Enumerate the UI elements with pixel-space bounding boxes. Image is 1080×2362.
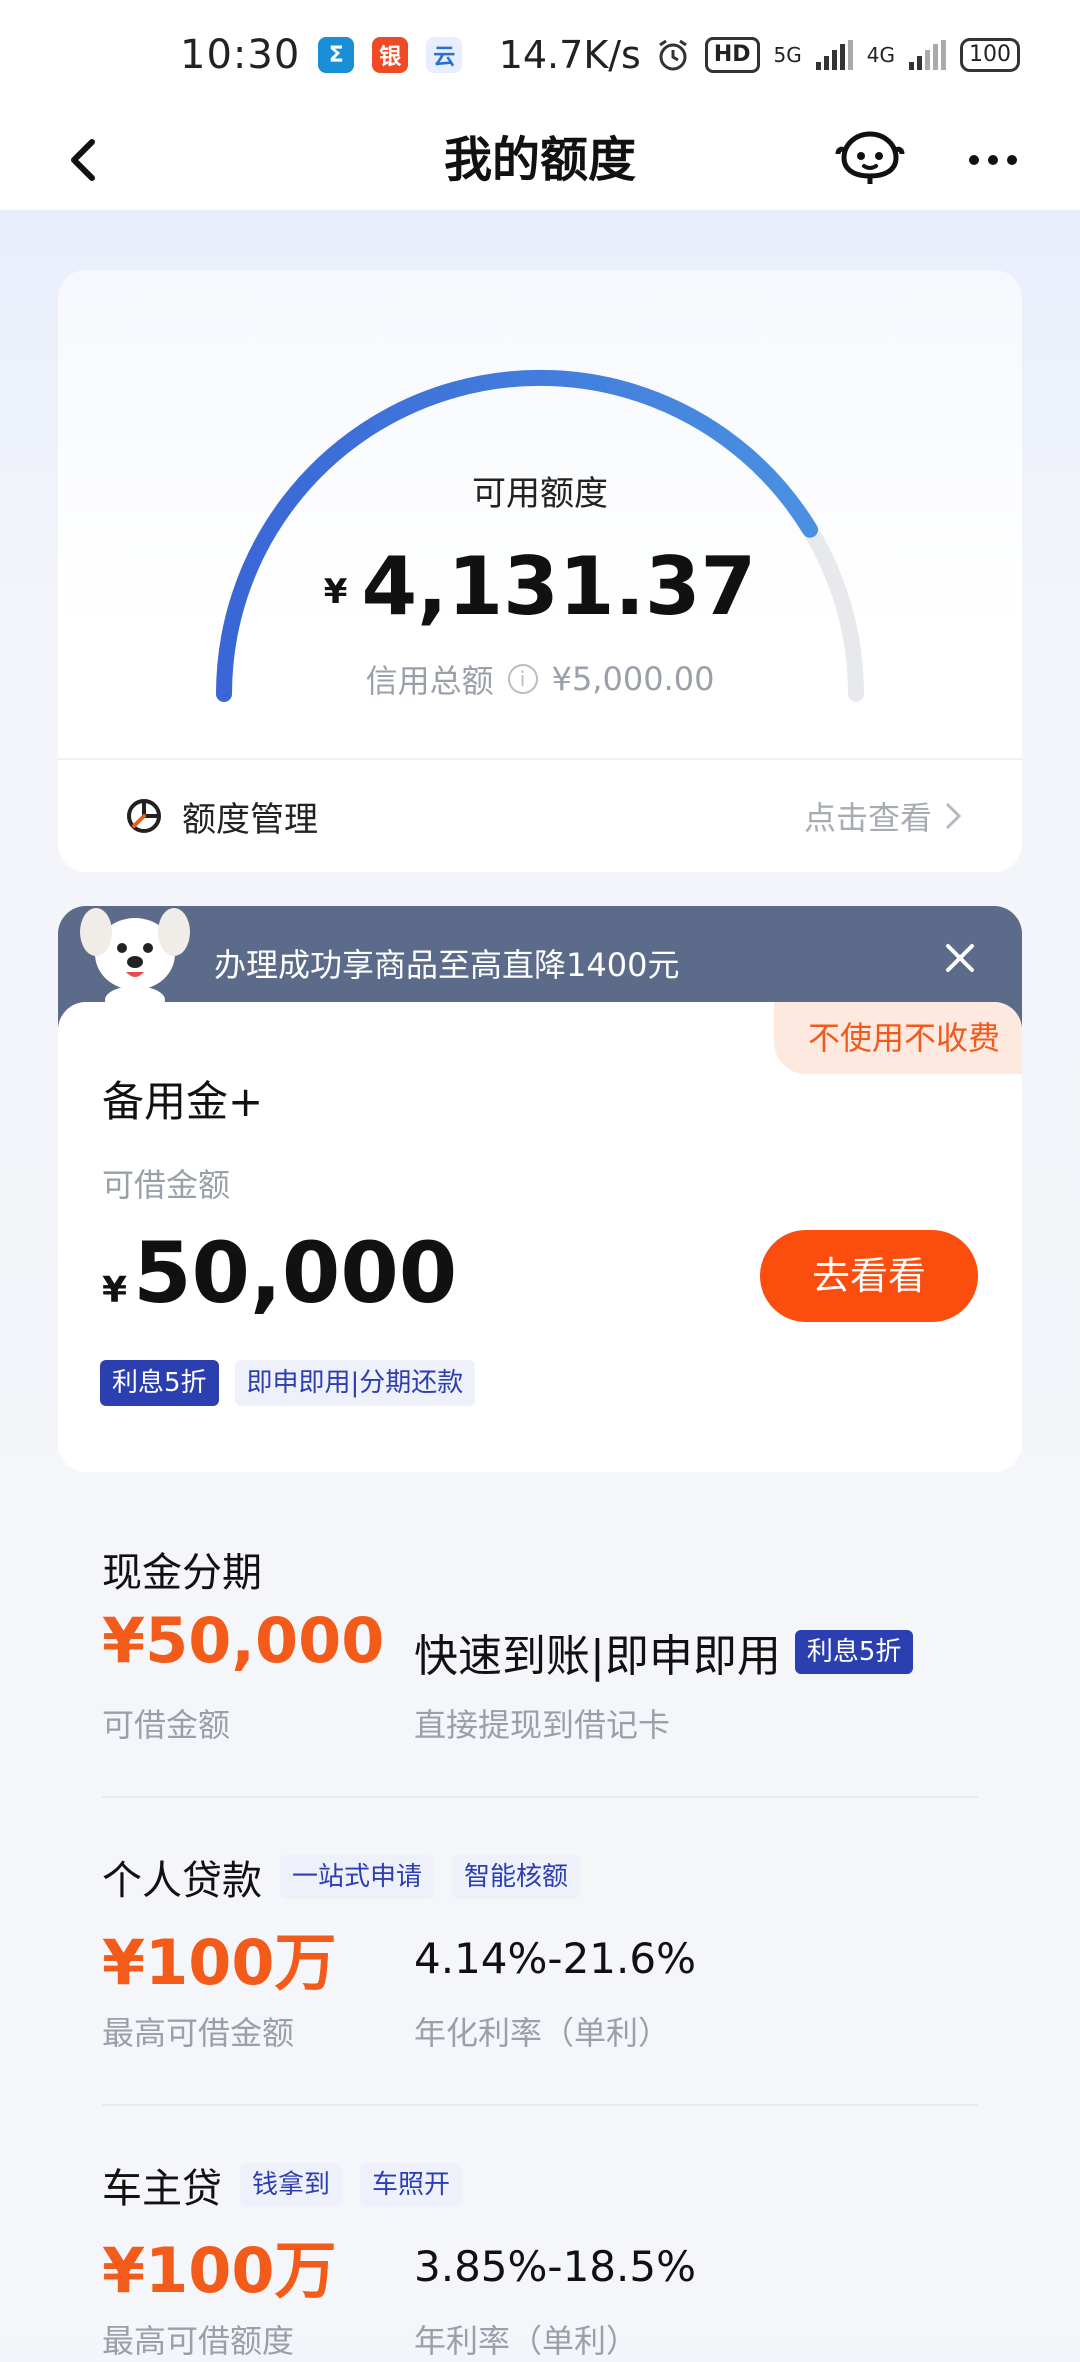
- product-name-text: 现金分期: [102, 1550, 262, 1596]
- view-details-link[interactable]: 点击查看: [804, 793, 962, 839]
- close-icon[interactable]: [942, 940, 978, 976]
- product-personal-loan[interactable]: 个人贷款 一站式申请 智能核额 ¥100万 最高可借金额 4.14%-21.6%…: [58, 1848, 1022, 2106]
- product-headline: 快速到账|即申即用 利息5折: [414, 1620, 914, 1684]
- app-notification-icon: Σ: [318, 37, 355, 73]
- product-title: 备用金+: [102, 1077, 264, 1126]
- robot-service-icon: [835, 131, 905, 184]
- total-credit: 信用总额 i ¥5,000.00: [58, 656, 1022, 702]
- status-time: 10:30: [180, 32, 301, 78]
- signal-4g-label: 4G: [866, 43, 895, 67]
- hd-icon: HD: [704, 37, 760, 73]
- product-name-text: 个人贷款: [102, 1858, 262, 1904]
- total-label: 信用总额: [365, 662, 494, 700]
- product-tag: 车照开: [360, 2163, 463, 2207]
- divider: [102, 1796, 978, 1798]
- product-amount: ¥100万: [102, 2234, 337, 2307]
- credit-limit-card: 可用额度 ¥4,131.37 信用总额 i ¥5,000.00 额度管理 点击查…: [58, 270, 1022, 872]
- product-amount-label: 最高可借金额: [102, 2014, 295, 2052]
- info-icon[interactable]: i: [507, 664, 538, 694]
- product-rate: 3.85%-18.5%: [414, 2242, 697, 2291]
- more-button[interactable]: [958, 130, 1028, 190]
- product-amount: ¥100万: [102, 1926, 337, 1999]
- product-name: 个人贷款 一站式申请 智能核额: [102, 1848, 581, 1906]
- status-bar: 10:30 Σ 银 云 14.7K/s HD 5G 4G 100: [0, 0, 1080, 110]
- product-desc: 直接提现到借记卡: [414, 1706, 671, 1744]
- product-amount-label: 可借金额: [102, 1706, 231, 1744]
- net-speed: 14.7K/s: [498, 33, 641, 77]
- product-name-text: 车主贷: [102, 2166, 222, 2212]
- currency-symbol: ¥: [323, 572, 348, 613]
- product-tag: 钱拿到: [240, 2163, 343, 2207]
- gauge-fill: [216, 369, 818, 702]
- product-desc: 年利率（单利）: [414, 2322, 639, 2360]
- available-label: 可用额度: [472, 474, 608, 514]
- signal-5g-icon: [815, 40, 853, 70]
- product-headline-text: 快速到账|即申即用: [414, 1631, 781, 1682]
- chevron-left-icon: [71, 139, 95, 181]
- borrowable-value: 50,000: [133, 1224, 458, 1322]
- product-cash-installment[interactable]: 现金分期 ¥50,000 可借金额 快速到账|即申即用 利息5折 直接提现到借记…: [58, 1540, 1022, 1798]
- more-dot-icon: [1007, 155, 1017, 165]
- nav-bar: 我的额度: [0, 110, 1080, 210]
- quota-management-label: 额度管理: [182, 799, 318, 840]
- promo-tags: 利息5折 即申即用|分期还款: [100, 1360, 476, 1406]
- product-tag: 智能核额: [452, 1855, 581, 1899]
- promo-banner-text: 办理成功享商品至高直降1400元: [214, 946, 680, 984]
- pie-chart-icon: [127, 799, 161, 833]
- view-details-text: 点击查看: [803, 799, 932, 837]
- interest-discount-tag: 利息5折: [794, 1630, 914, 1674]
- dog-mascot-icon: [80, 908, 190, 1012]
- product-name: 现金分期: [102, 1540, 262, 1598]
- more-dot-icon: [988, 155, 998, 165]
- free-badge: 不使用不收费: [773, 1002, 1022, 1074]
- product-amount: ¥50,000: [102, 1604, 385, 1677]
- alarm-icon: [659, 39, 687, 71]
- chevron-right-icon: [945, 802, 962, 830]
- divider: [102, 2104, 978, 2106]
- gauge-track: [216, 370, 864, 702]
- customer-service-button[interactable]: [830, 124, 910, 196]
- borrowable-label: 可借金额: [102, 1166, 231, 1204]
- total-value: ¥5,000.00: [551, 660, 715, 698]
- interest-discount-tag: 利息5折: [100, 1360, 219, 1406]
- product-tag: 一站式申请: [280, 1855, 435, 1899]
- currency-symbol: ¥: [102, 1270, 128, 1311]
- product-rate: 4.14%-21.6%: [414, 1934, 697, 1983]
- quota-management-row[interactable]: 额度管理 点击查看: [58, 760, 1022, 872]
- back-button[interactable]: [56, 132, 112, 188]
- cloud-app-icon: 云: [426, 37, 463, 73]
- feature-tag: 即申即用|分期还款: [234, 1360, 476, 1406]
- signal-5g-label: 5G: [773, 43, 802, 67]
- battery-icon: 100: [960, 38, 1020, 72]
- signal-4g-icon: [909, 40, 946, 70]
- product-desc: 年化利率（单利）: [414, 2014, 671, 2052]
- go-see-button[interactable]: 去看看: [760, 1230, 978, 1322]
- more-dot-icon: [969, 155, 979, 165]
- borrowable-amount: ¥50,000: [102, 1224, 457, 1322]
- available-value: 4,131.37: [361, 540, 757, 633]
- product-car-owner-loan[interactable]: 车主贷 钱拿到 车照开 ¥100万 最高可借额度 3.85%-18.5% 年利率…: [58, 2156, 1022, 2360]
- reserve-fund-card[interactable]: 不使用不收费 备用金+ 可借金额 ¥50,000 去看看 利息5折 即申即用|分…: [58, 1002, 1022, 1472]
- available-amount: ¥4,131.37: [58, 540, 1022, 633]
- bank-app-icon: 银: [372, 37, 409, 73]
- product-amount-label: 最高可借额度: [102, 2322, 295, 2360]
- page-title: 我的额度: [443, 132, 636, 188]
- product-name: 车主贷 钱拿到 车照开: [102, 2156, 463, 2214]
